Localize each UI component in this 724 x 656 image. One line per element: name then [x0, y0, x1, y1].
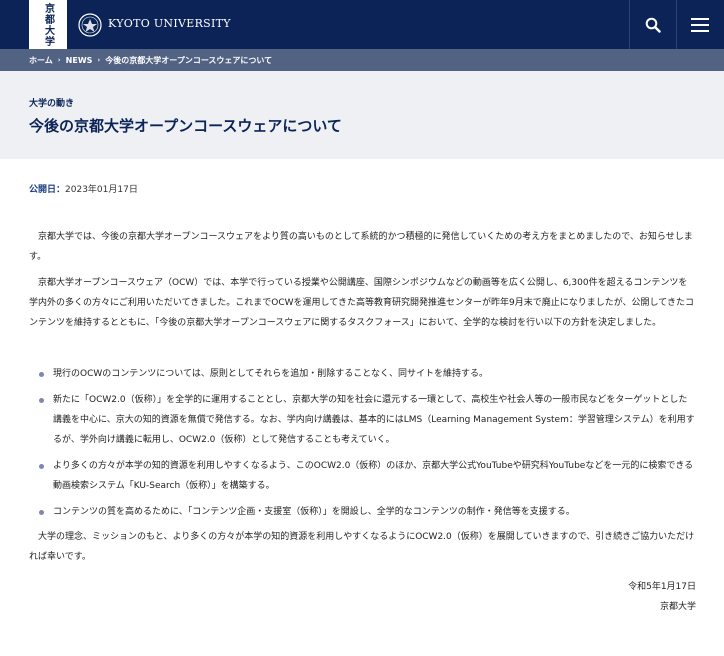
site-logo[interactable]: 京都大学 — [29, 0, 67, 49]
closing-paragraph: 大学の理念、ミッションのもと、より多くの方々が本学の知的資源を利用しやすくなるよ… — [29, 532, 695, 562]
category-label: 大学の動き — [29, 99, 75, 109]
signature-name: 京都大学 — [659, 602, 696, 612]
bullet-icon — [39, 464, 44, 469]
title-band: 大学の動き 今後の京都大学オープンコースウェアについて — [0, 71, 724, 159]
published-date-value: 2023年01月17日 — [65, 185, 138, 195]
hamburger-menu-icon — [691, 17, 709, 32]
list-item-text: コンテンツの質を高めるために、「コンテンツ企画・支援室（仮称）」を開設し、全学的… — [53, 507, 575, 517]
signature-date: 令和5年1月17日 — [628, 582, 696, 592]
policy-list: 現行のOCWのコンテンツについては、原則としてそれらを追加・削除することなく、同… — [39, 364, 696, 528]
background-paragraph: 京都大学オープンコースウェア（OCW）では、本学で行っている授業や公開講座、国際… — [29, 278, 695, 328]
intro-paragraph: 京都大学では、今後の京都大学オープンコースウェアをより質の高いものとして系統的か… — [29, 232, 693, 262]
breadcrumb: ホーム › NEWS › 今後の京都大学オープンコースウェアについて — [0, 49, 724, 71]
list-item-text: 新たに「OCW2.0（仮称）」を全学的に運用することとし、京都大学の知を社会に還… — [53, 395, 695, 445]
search-icon — [645, 17, 661, 33]
list-item: 新たに「OCW2.0（仮称）」を全学的に運用することとし、京都大学の知を社会に還… — [39, 390, 696, 450]
breadcrumb-news[interactable]: NEWS — [66, 56, 93, 65]
bullet-icon — [39, 510, 44, 515]
site-header: 京都大学 KYOTO UNIVERSITY — [0, 0, 724, 49]
list-item-text: 現行のOCWのコンテンツについては、原則としてそれらを追加・削除することなく、同… — [53, 369, 489, 379]
published-date: 公開日：2023年01月17日 — [29, 182, 138, 195]
menu-button[interactable] — [676, 0, 723, 49]
published-label: 公開日： — [29, 185, 66, 195]
bullet-icon — [39, 398, 44, 403]
list-item-text: より多くの方々が本学の知的資源を利用しやすくなるよう、このOCW2.0（仮称）の… — [53, 461, 694, 491]
list-item: より多くの方々が本学の知的資源を利用しやすくなるよう、このOCW2.0（仮称）の… — [39, 456, 696, 496]
logo-vertical-text: 京都大学 — [42, 2, 54, 47]
breadcrumb-separator: › — [57, 56, 61, 64]
page-title: 今後の京都大学オープンコースウェアについて — [29, 117, 342, 135]
list-item: コンテンツの質を高めるために、「コンテンツ企画・支援室（仮称）」を開設し、全学的… — [39, 502, 696, 522]
breadcrumb-separator: › — [97, 56, 101, 64]
bullet-icon — [39, 372, 44, 377]
list-item: 現行のOCWのコンテンツについては、原則としてそれらを追加・削除することなく、同… — [39, 364, 696, 384]
university-emblem-icon — [78, 13, 102, 37]
breadcrumb-home[interactable]: ホーム — [29, 55, 53, 66]
university-name[interactable]: KYOTO UNIVERSITY — [108, 17, 231, 30]
search-button[interactable] — [629, 0, 676, 49]
breadcrumb-current: 今後の京都大学オープンコースウェアについて — [105, 55, 273, 65]
